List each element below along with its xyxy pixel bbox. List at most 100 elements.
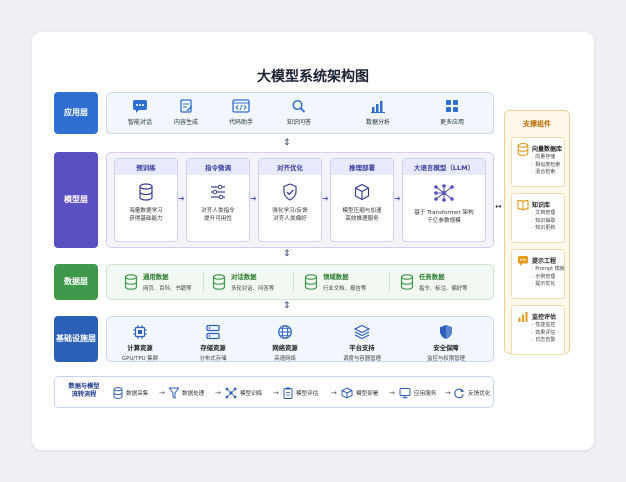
data-item-desc: 指令、标注、偏好等 xyxy=(419,286,468,292)
database-icon xyxy=(212,274,226,290)
filter-icon xyxy=(169,387,179,399)
diagram-title: 大模型系统架构图 xyxy=(257,69,369,85)
infra-item-desc: 高速网络 xyxy=(274,356,296,362)
server-icon xyxy=(206,324,220,340)
database-icon xyxy=(304,274,318,290)
stage-arrow: ➔ xyxy=(322,194,329,203)
infra-item-desc: 监控与权限管理 xyxy=(427,356,465,362)
flow-step: 数据处理 xyxy=(169,387,204,399)
data-item-desc: 多轮对话、问答等 xyxy=(231,286,275,292)
database-icon xyxy=(400,274,414,290)
data-item-desc: 行业文档、报告等 xyxy=(323,286,367,292)
infra-item-desc: GPU/TPU 集群 xyxy=(121,356,159,362)
stage-desc: 海量数据学习 xyxy=(129,208,163,214)
support-group-knowledge: 知识库 文档管理 知识抽取 知识更新 xyxy=(511,193,565,243)
stage-desc: 获得基础能力 xyxy=(129,216,163,223)
app-item-label: 数据分析 xyxy=(365,119,390,126)
divider xyxy=(203,272,204,292)
support-item: 日志告警 xyxy=(532,337,555,345)
support-item: 文档管理 xyxy=(532,210,555,218)
infra-item-desc: 分布式存储 xyxy=(199,356,227,362)
data-item-title: 通用数据 xyxy=(143,273,169,281)
support-item: 相似度检索 xyxy=(532,162,560,170)
stage-title: 指令微调 xyxy=(187,159,249,175)
flow-step-label: 模型评估 xyxy=(296,391,319,397)
flow-arrow: → xyxy=(273,389,279,397)
infra-item-desc: 调度与容器管理 xyxy=(343,356,381,362)
database-icon xyxy=(124,274,138,290)
flow-step: 模型训练 xyxy=(225,387,262,399)
flow-arrow: → xyxy=(159,389,165,397)
chip-icon xyxy=(133,325,147,339)
infra-item-title: 平台支持 xyxy=(349,345,375,352)
network-icon xyxy=(225,387,237,399)
flow-step-label: 数据处理 xyxy=(182,391,205,397)
layer-label-model: 模型层 xyxy=(54,152,98,248)
clipboard-icon xyxy=(283,387,293,399)
stage-desc: 提升可用性 xyxy=(204,216,232,223)
flow-arrow-app-model: ⇕ xyxy=(283,138,291,148)
flow-step: 反馈优化 xyxy=(453,387,490,399)
data-item-title: 任务数据 xyxy=(419,273,445,281)
bar-chart-icon xyxy=(371,101,385,113)
side-arrow: ↔ xyxy=(495,202,502,211)
database-icon xyxy=(113,387,123,399)
book-icon xyxy=(517,199,529,211)
data-item-desc: 网页、百科、书籍等 xyxy=(143,286,192,292)
app-item-content: 内容生成 xyxy=(156,99,216,126)
stage-title: 对齐优化 xyxy=(259,159,321,175)
flow-step-label: 应用服务 xyxy=(414,391,437,397)
chart-icon xyxy=(518,312,528,322)
flow-step-label: 反馈优化 xyxy=(468,391,491,397)
app-item-label: 代码助手 xyxy=(228,119,253,126)
data-item-domain: 领域数据行业文档、报告等 xyxy=(304,270,366,294)
support-group-title: 知识库 xyxy=(532,202,551,209)
database-icon xyxy=(517,143,529,156)
stage-instruct: 指令微调 对齐人类指令 提升可用性 xyxy=(186,158,250,242)
llm-desc: 基于 Transformer 架构 xyxy=(414,210,474,216)
flow-step: 模型评估 xyxy=(283,387,318,399)
flow-step-label: 模型训练 xyxy=(240,391,263,397)
divider xyxy=(389,272,390,292)
stage-title: 推理部署 xyxy=(331,159,393,175)
cube-icon xyxy=(354,183,370,201)
neural-network-icon xyxy=(434,184,454,202)
support-group-title: 提示工程 xyxy=(532,258,557,265)
support-panel: 支撑组件 向量数据库 向量存储 相似度检索 混合检索 知识库 文档管理 知识抽取… xyxy=(504,110,570,355)
support-title: 支撑组件 xyxy=(523,120,551,128)
infra-item-compute: 计算资源 GPU/TPU 集群 xyxy=(100,324,180,362)
stage-desc: 强化学习/反馈 xyxy=(272,208,308,214)
flow-bar: 数据与模型 流转流程 数据采集 → 数据处理 → 模型训练 → 模型评估 → 模型… xyxy=(54,376,494,408)
flow-arrow: → xyxy=(215,389,221,397)
sliders-icon xyxy=(211,184,225,200)
llm-desc: 千亿参数规模 xyxy=(427,218,461,225)
monitor-icon xyxy=(399,388,411,399)
flow-label: 流转流程 xyxy=(71,391,97,399)
support-item: Prompt 模板 xyxy=(532,266,565,274)
app-item-label: 更多应用 xyxy=(439,119,464,126)
divider xyxy=(293,272,294,292)
flow-step: 模型部署 xyxy=(341,387,378,399)
globe-icon xyxy=(278,325,292,339)
shield-check-icon xyxy=(283,183,297,201)
stage-deploy: 推理部署 模型压缩与加速 高效推理服务 xyxy=(330,158,394,242)
platform-icon xyxy=(353,324,371,340)
data-item-task: 任务数据指令、标注、偏好等 xyxy=(400,270,468,294)
app-item-qa: 知识问答 xyxy=(269,99,329,126)
stage-title: 预训练 xyxy=(115,159,177,175)
infra-item-storage: 存储资源 分布式存储 xyxy=(173,324,253,362)
support-item: 提示优化 xyxy=(532,281,565,289)
cube-icon xyxy=(341,387,353,399)
app-item-code: 代码助手 xyxy=(211,99,271,126)
support-group-prompt: 提示工程 Prompt 模板 示例管理 提示优化 xyxy=(511,249,565,299)
flow-arrow-model-data: ⇕ xyxy=(283,249,291,259)
support-group-title: 向量数据库 xyxy=(532,146,563,153)
data-item-title: 领域数据 xyxy=(323,273,349,281)
support-item: 知识抽取 xyxy=(532,218,555,226)
stage-arrow: ➔ xyxy=(250,194,257,203)
stage-desc: 对齐人类指令 xyxy=(201,208,235,214)
stage-align: 对齐优化 强化学习/反馈 对齐人类偏好 xyxy=(258,158,322,242)
infra-item-security: 安全保障 监控与权限管理 xyxy=(406,324,486,362)
layer-label-app: 应用层 xyxy=(54,92,98,134)
app-item-analysis: 数据分析 xyxy=(348,99,408,126)
